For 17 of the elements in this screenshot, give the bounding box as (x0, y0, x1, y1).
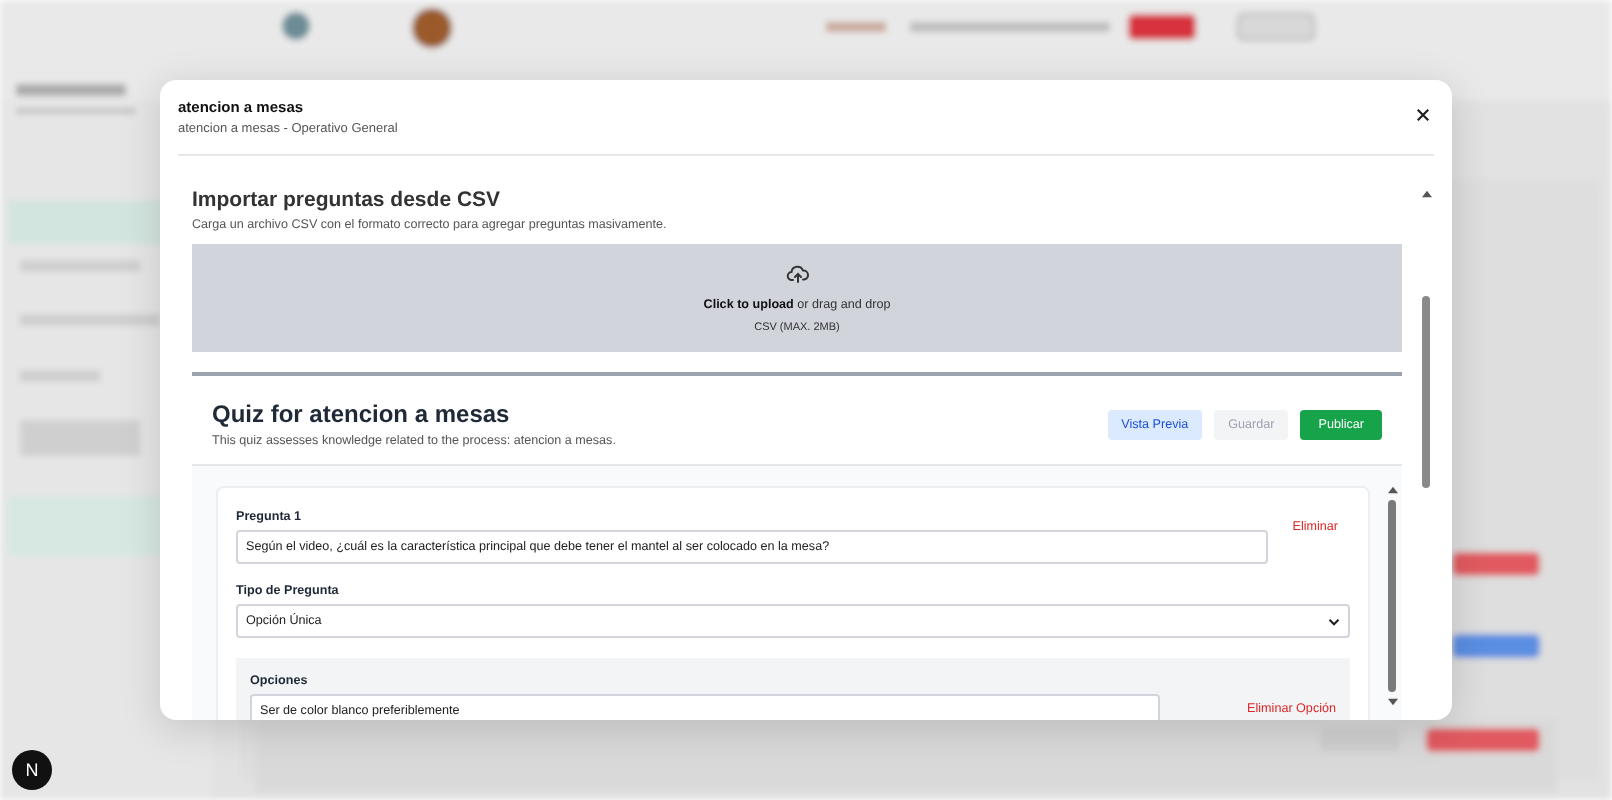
scroll-down-arrow-icon[interactable] (1387, 698, 1397, 706)
blurred-sidebar-title (16, 84, 126, 96)
scroll-up-arrow-icon[interactable] (1421, 190, 1431, 198)
blurred-logo (282, 12, 310, 40)
scroll-up-arrow-icon[interactable] (1387, 486, 1397, 494)
quiz-title: Quiz for atencion a mesas (212, 400, 512, 430)
blurred-sidebar-item (20, 260, 140, 272)
scrollbar-thumb[interactable] (1422, 296, 1430, 488)
blurred-logo (412, 8, 452, 48)
blurred-nav-link (826, 22, 886, 32)
blurred-sidebar-item (20, 420, 140, 456)
scrollbar-thumb[interactable] (1388, 500, 1396, 692)
close-icon[interactable] (1416, 108, 1430, 122)
cloud-upload-icon (785, 262, 809, 286)
section-title: Importar preguntas desde CSV (192, 188, 503, 214)
blurred-sidebar-item (20, 314, 160, 326)
chevron-down-icon (1328, 617, 1340, 625)
